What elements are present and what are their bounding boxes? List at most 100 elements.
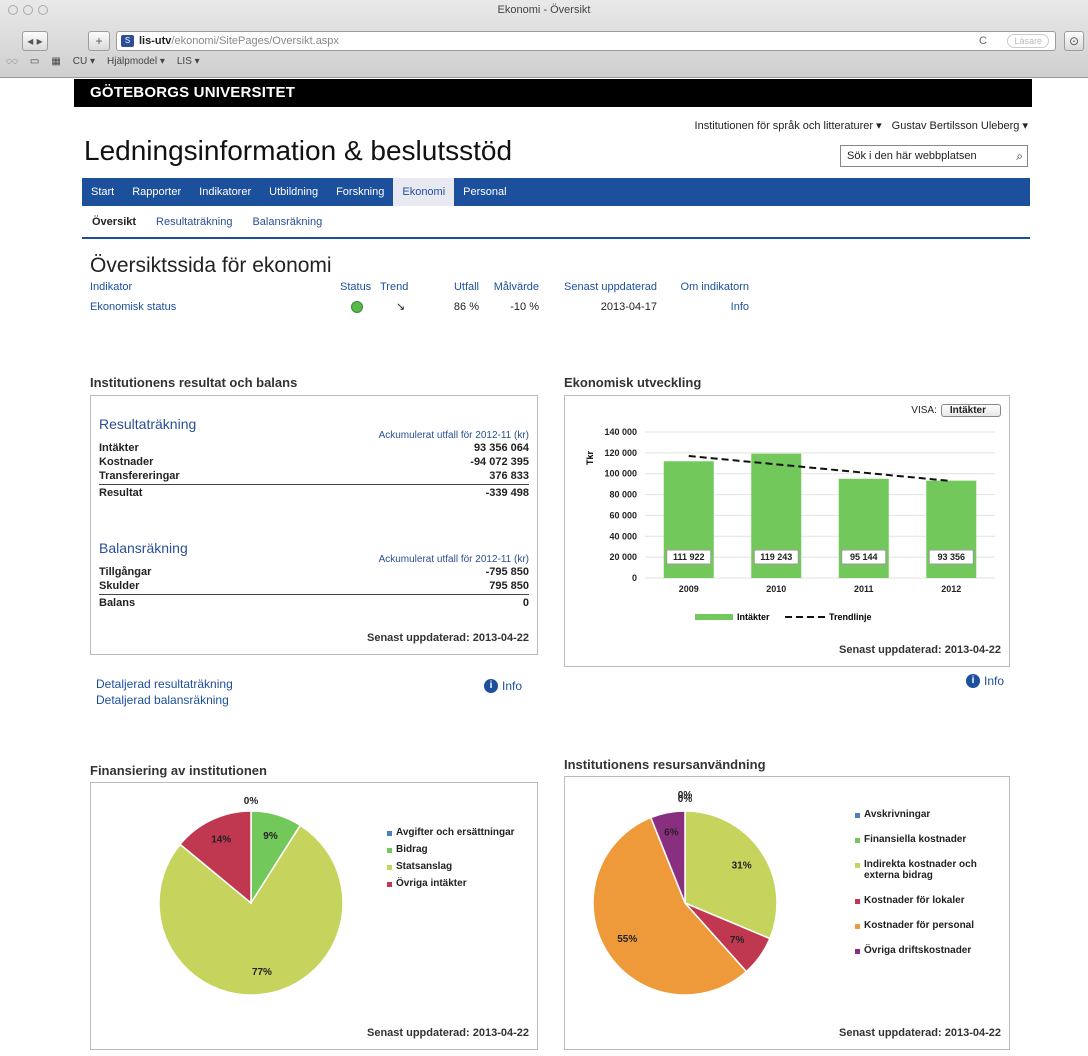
- browser-chrome: Ekonomi - Översikt ◂ ▸ + S lis-utv/ekono…: [0, 0, 1088, 78]
- address-bar[interactable]: S lis-utv/ekonomi/SitePages/Oversikt.asp…: [116, 31, 1056, 51]
- url-host: lis-utv: [139, 35, 172, 47]
- info-icon: i: [966, 674, 980, 688]
- subnav-resultatrakning[interactable]: Resultaträkning: [156, 216, 232, 228]
- financing-legend: Avgifter och ersättningar Bidrag Statsansl…: [387, 827, 515, 895]
- resultat-total-row: Resultat -339 498: [99, 484, 529, 500]
- balans-row: Skulder 795 850: [99, 580, 529, 592]
- dev-info-link[interactable]: i Info: [966, 674, 1004, 688]
- detaljerad-balansrakning-link[interactable]: Detaljerad balansräkning: [96, 692, 233, 708]
- balans-row: Tillgångar -795 850: [99, 566, 529, 578]
- result-panel-title: Institutionens resultat och balans: [90, 375, 298, 390]
- legend-swatch: [387, 882, 392, 887]
- page: Ledningsinformation & beslutsstöd Instit…: [74, 107, 1032, 1056]
- res-panel: 0% 0% 31% 7% 55% 6% Avskrivningar Finansiella …: [564, 776, 1010, 1050]
- search-input[interactable]: Sök i den här webbplatsen ⌕: [840, 145, 1028, 167]
- legend-swatch: [387, 848, 392, 853]
- legend-item: Statsanslag: [387, 861, 515, 872]
- nav-forskning[interactable]: Forskning: [327, 178, 393, 206]
- visa-select[interactable]: Intäkter: [940, 404, 1001, 417]
- col-utfall: Utfall: [453, 281, 479, 293]
- col-malvarde: Målvärde: [493, 281, 539, 293]
- legend-item: Kostnader för personal: [855, 920, 1005, 931]
- download-icon[interactable]: ⊙: [1064, 31, 1084, 51]
- reader-button[interactable]: Läsare: [1007, 34, 1049, 48]
- data-label: 93 356: [937, 552, 965, 562]
- legend-item: Indirekta kostnader och externa bidrag: [855, 859, 1005, 881]
- legend-swatch: [855, 899, 860, 904]
- y-tick-label: 60 000: [609, 510, 637, 520]
- resultat-row: Intäkter 93 356 064: [99, 442, 529, 454]
- sub-nav: Översikt Resultaträkning Balansräkning: [82, 206, 1030, 239]
- balans-subheading: Ackumulerat utfall för 2012-11 (kr): [378, 554, 529, 565]
- reload-icon[interactable]: C: [979, 32, 987, 50]
- slice-label: 0%: [678, 790, 693, 801]
- window-controls[interactable]: [8, 5, 48, 15]
- balans-heading: Balansräkning: [99, 540, 188, 556]
- top-sites-icon[interactable]: ▦: [51, 56, 60, 67]
- y-tick-label: 20 000: [609, 552, 637, 562]
- nav-rapporter[interactable]: Rapporter: [123, 178, 190, 206]
- legend-swatch: [387, 831, 392, 836]
- search-icon[interactable]: ⌕: [1016, 146, 1023, 166]
- slice-label: 6%: [664, 827, 679, 838]
- bookmark-hjalpmodel[interactable]: Hjälpmodel ▾: [107, 56, 165, 67]
- favicon-icon: S: [121, 35, 134, 47]
- nav-ekonomi[interactable]: Ekonomi: [393, 178, 455, 206]
- nav-personal[interactable]: Personal: [454, 178, 515, 206]
- balans-total-row: Balans 0: [99, 594, 529, 610]
- y-tick-label: 100 000: [604, 469, 637, 479]
- slice-label: 0%: [244, 796, 259, 807]
- legend-swatch-bar: [695, 614, 733, 620]
- fin-updated: Senast uppdaterad: 2013-04-22: [366, 1027, 529, 1039]
- legend-swatch: [855, 863, 860, 868]
- resource-legend: Avskrivningar Finansiella kostnader Indire…: [855, 809, 1005, 970]
- bookmark-cu[interactable]: CU ▾: [73, 56, 95, 67]
- legend-label: Övriga intäkter: [396, 878, 467, 889]
- table-header-row: Indikator Status Trend Utfall Målvärde S…: [90, 281, 755, 296]
- col-info: Om indikatorn: [680, 281, 749, 293]
- bookmarks-icon[interactable]: ▭: [30, 56, 39, 67]
- detaljerad-resultatrakning-link[interactable]: Detaljerad resultaträkning: [96, 676, 233, 692]
- data-label: 111 922: [673, 552, 705, 562]
- trend-icon: ↘: [396, 301, 406, 313]
- result-info-link[interactable]: i Info: [484, 679, 522, 693]
- university-banner[interactable]: GÖTEBORGS UNIVERSITET: [74, 79, 1032, 107]
- legend-item: Övriga intäkter: [387, 878, 515, 889]
- nav-indikatorer[interactable]: Indikatorer: [190, 178, 260, 206]
- legend-item: Bidrag: [387, 844, 515, 855]
- legend-swatch: [855, 924, 860, 929]
- subnav-oversikt[interactable]: Översikt: [92, 216, 136, 228]
- financing-pie-chart: 0% 9% 77% 14%: [158, 796, 344, 996]
- legend-swatch: [855, 949, 860, 954]
- user-menu[interactable]: Gustav Bertilsson Uleberg ▾: [892, 119, 1028, 132]
- add-bookmark-button[interactable]: +: [88, 31, 110, 51]
- department-menu[interactable]: Institutionen för språk och litteraturer…: [695, 119, 882, 132]
- reading-list-icon[interactable]: ◌◌: [6, 56, 18, 67]
- resource-pie-chart: 0%0%31%7%55%6%: [592, 790, 778, 996]
- legend-item: Avskrivningar: [855, 809, 1005, 820]
- result-links: Detaljerad resultaträkning Detaljerad ba…: [96, 676, 233, 708]
- subnav-balansrakning[interactable]: Balansräkning: [252, 216, 322, 228]
- search-placeholder: Sök i den här webbplatsen: [847, 150, 977, 162]
- slice-label: 55%: [617, 934, 637, 945]
- indicator-info-link[interactable]: Info: [731, 301, 749, 313]
- site-title[interactable]: Ledningsinformation & beslutsstöd: [84, 135, 512, 167]
- nav-utbildning[interactable]: Utbildning: [260, 178, 327, 206]
- slice-label: 31%: [732, 860, 752, 871]
- back-forward-button[interactable]: ◂ ▸: [22, 31, 48, 51]
- dev-panel: VISA: Intäkter 0 20 000 40 000 60 000 80 000…: [564, 395, 1010, 667]
- bookmark-lis[interactable]: LIS ▾: [177, 56, 200, 67]
- slice-label: 9%: [263, 831, 278, 842]
- col-trend: Trend: [380, 281, 409, 293]
- nav-start[interactable]: Start: [82, 178, 123, 206]
- user-links: Institutionen för språk och litteraturer…: [695, 119, 1028, 132]
- data-label: 119 243: [760, 552, 792, 562]
- indicator-link[interactable]: Ekonomisk status: [90, 301, 176, 313]
- y-tick-label: 120 000: [604, 448, 637, 458]
- malvarde-value: -10 %: [510, 300, 539, 313]
- y-tick-label: 80 000: [609, 490, 637, 500]
- y-tick-label: 0: [632, 573, 637, 583]
- col-updated: Senast uppdaterad: [564, 281, 657, 293]
- y-axis-label: Tkr: [585, 451, 595, 466]
- legend-label: Kostnader för personal: [864, 920, 975, 931]
